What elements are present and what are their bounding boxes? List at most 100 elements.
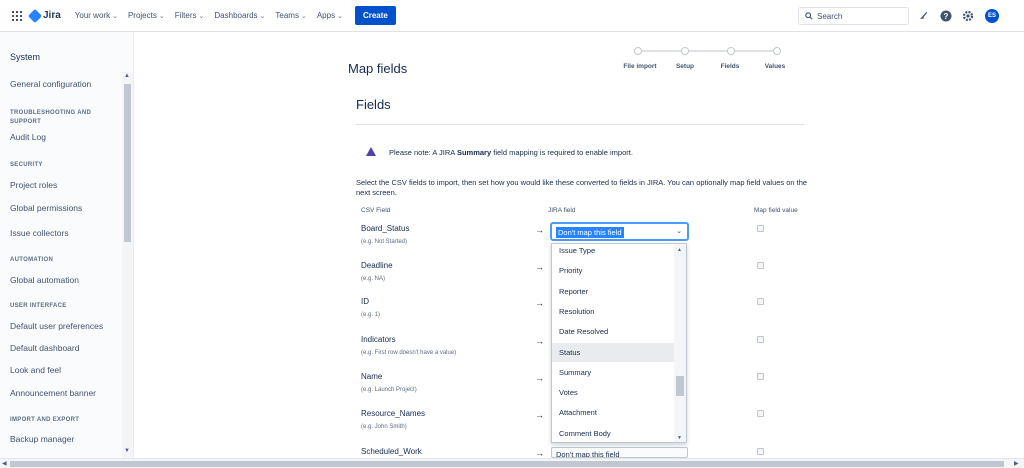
jira-field-select-board-status[interactable]: Don't map this field ⌄ (550, 222, 689, 241)
dropdown-option[interactable]: Summary (552, 363, 675, 382)
chevron-down-icon: ⌄ (112, 12, 118, 20)
nav-dashboards[interactable]: Dashboards ⌄ (214, 11, 265, 20)
sidebar-item[interactable]: Default user preferences (10, 321, 103, 331)
csv-field-example: (e.g. 1) (361, 312, 381, 318)
sidebar-item[interactable]: General configuration (10, 79, 91, 89)
settings-gear-icon[interactable] (961, 9, 974, 22)
sidebar-scroll-thumb[interactable] (124, 84, 131, 242)
csv-field-name: Indicators (361, 335, 396, 344)
scroll-up-arrow-icon[interactable]: ▲ (124, 73, 130, 79)
csv-field-name: Scheduled_Work (361, 447, 422, 456)
chevron-down-icon: ⌄ (337, 12, 343, 20)
sidebar-title: System (10, 52, 41, 62)
sidebar-item[interactable]: Issue collectors (10, 228, 69, 238)
scroll-left-arrow-icon[interactable]: ◀ (2, 460, 7, 467)
column-header-csv-field: CSV Field (361, 207, 391, 214)
sidebar-item[interactable]: Audit Log (10, 132, 46, 142)
scroll-up-arrow-icon[interactable]: ▲ (677, 247, 682, 253)
nav-projects[interactable]: Projects ⌄ (128, 11, 165, 20)
dropdown-option[interactable]: Date Resolved (552, 322, 675, 341)
user-avatar[interactable]: ES (985, 9, 999, 23)
csv-field-name: Board_Status (361, 224, 410, 233)
create-button[interactable]: Create (354, 6, 396, 25)
map-field-value-checkbox[interactable] (757, 225, 764, 232)
step-label-setup: Setup (675, 63, 695, 70)
mapping-arrow-icon: → (535, 373, 544, 383)
notifications-icon[interactable] (917, 9, 930, 22)
nav-filters[interactable]: Filters ⌄ (175, 11, 205, 20)
chevron-down-icon: ⌄ (158, 12, 165, 20)
step-dot-file-import (634, 47, 642, 55)
scroll-right-arrow-icon[interactable]: ▶ (1014, 460, 1019, 467)
progress-track (638, 50, 778, 52)
sidebar-section-heading: IMPORT AND EXPORT (10, 417, 80, 423)
nav-apps[interactable]: Apps ⌄ (317, 11, 343, 20)
selected-value: Don't map this field (556, 227, 624, 238)
dropdown-option[interactable]: Comment Body (552, 424, 675, 442)
sidebar-item[interactable]: Default dashboard (10, 343, 79, 353)
sidebar-section-heading: USER INTERFACE (10, 303, 67, 309)
dropdown-option[interactable]: Priority (552, 261, 675, 280)
mapping-arrow-icon: → (535, 336, 544, 346)
dropdown-option[interactable]: Status (552, 342, 675, 362)
app-switcher-icon[interactable] (12, 10, 22, 21)
map-field-value-checkbox[interactable] (757, 373, 764, 380)
step-label-values: Values (764, 63, 786, 70)
sidebar-item[interactable]: Project roles (10, 180, 57, 190)
dropdown-option[interactable]: Resolution (552, 302, 675, 321)
csv-field-name: ID (361, 297, 369, 306)
csv-field-example: (e.g. Not Started) (361, 239, 408, 245)
chevron-down-icon: ⌄ (198, 12, 205, 20)
sidebar-item[interactable]: Announcement banner (10, 388, 96, 398)
dropdown-option[interactable]: Reporter (552, 282, 675, 301)
map-field-value-checkbox[interactable] (757, 410, 764, 417)
sidebar-section-heading: TROUBLESHOOTING AND SUPPORT (10, 110, 92, 125)
intro-text: Select the CSV fields to import, then se… (356, 178, 808, 197)
page-title: Map fields (348, 61, 408, 76)
step-dot-setup (681, 47, 689, 55)
warning-icon (366, 147, 376, 156)
mapping-arrow-icon: → (535, 225, 544, 235)
csv-field-example: (e.g. NA) (361, 276, 386, 282)
dropdown-option[interactable]: Attachment (552, 403, 675, 422)
nav-teams[interactable]: Teams ⌄ (275, 11, 306, 20)
search-icon (805, 12, 813, 20)
mapping-arrow-icon: → (535, 448, 544, 458)
dropdown-option[interactable]: Votes (552, 383, 675, 402)
dropdown-scrollbar[interactable]: ▲ ▼ (674, 244, 686, 442)
nav-your-work[interactable]: Your work ⌄ (75, 11, 118, 20)
jira-logo[interactable]: Jira (27, 8, 61, 23)
dropdown-option[interactable]: Issue Type (552, 244, 675, 260)
dropdown-scroll-thumb[interactable] (676, 376, 684, 396)
jira-field-select-scheduled-work[interactable]: Don't map this field (551, 447, 688, 458)
sidebar-scrollbar[interactable]: ▲ ▼ (122, 72, 133, 458)
chevron-down-icon: ⌄ (676, 228, 682, 235)
sidebar-item[interactable]: Global permissions (10, 203, 82, 213)
map-field-value-checkbox[interactable] (757, 336, 764, 343)
section-title: Fields (356, 97, 391, 112)
scroll-down-arrow-icon[interactable]: ▼ (124, 448, 130, 454)
svg-text:?: ? (943, 12, 948, 21)
csv-field-example: (e.g. Launch Project) (361, 387, 417, 393)
search-input[interactable]: Search (798, 7, 909, 25)
csv-field-name: Deadline (361, 261, 393, 270)
horizontal-scroll-thumb[interactable] (10, 461, 1004, 467)
help-icon[interactable]: ? (939, 9, 952, 22)
map-field-value-checkbox[interactable] (757, 262, 764, 269)
jira-field-dropdown-list[interactable]: Issue Type Priority Reporter Resolution Date… (551, 243, 687, 443)
map-field-value-checkbox[interactable] (757, 448, 764, 455)
horizontal-scrollbar[interactable]: ◀ ▶ (0, 458, 1024, 468)
scroll-down-arrow-icon[interactable]: ▼ (677, 435, 682, 441)
csv-field-name: Resource_Names (361, 409, 426, 418)
map-field-value-checkbox[interactable] (757, 298, 764, 305)
section-divider (356, 124, 804, 125)
sidebar-item[interactable]: Look and feel (10, 365, 61, 375)
csv-field-example: (e.g. First row doesn't have a value) (361, 350, 457, 356)
jira-logo-icon (27, 8, 43, 23)
sidebar-item[interactable]: Global automation (10, 275, 79, 285)
mapping-arrow-icon: → (535, 298, 544, 308)
sidebar-item[interactable]: Backup manager (10, 434, 74, 444)
step-label-fields: Fields (720, 63, 740, 70)
step-dot-fields (727, 47, 735, 55)
logo-text: Jira (43, 10, 61, 21)
